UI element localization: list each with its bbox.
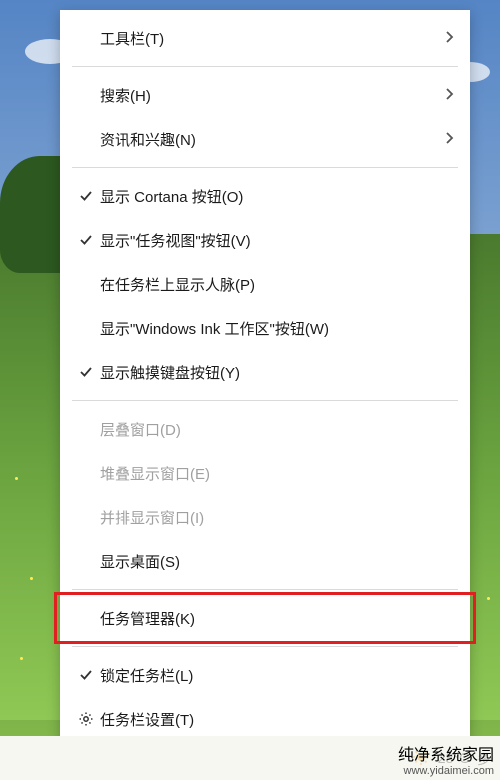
menu-item-task-manager[interactable]: 任务管理器(K) (60, 596, 470, 640)
menu-label: 工具栏(T) (100, 28, 446, 49)
menu-label: 层叠窗口(D) (100, 419, 454, 440)
menu-item-stack-windows: 堆叠显示窗口(E) (60, 451, 470, 495)
menu-item-toolbars[interactable]: 工具栏(T) (60, 16, 470, 60)
menu-separator (72, 646, 458, 647)
chevron-right-icon (446, 88, 454, 103)
menu-label: 锁定任务栏(L) (100, 665, 454, 686)
check-icon (72, 365, 100, 379)
check-icon (72, 189, 100, 203)
menu-label: 显示"任务视图"按钮(V) (100, 230, 454, 251)
menu-label: 搜索(H) (100, 85, 446, 106)
menu-item-cascade-windows: 层叠窗口(D) (60, 407, 470, 451)
menu-item-task-view-button[interactable]: 显示"任务视图"按钮(V) (60, 218, 470, 262)
check-icon (72, 668, 100, 682)
taskbar-context-menu: 工具栏(T) 搜索(H) 资讯和兴趣(N) 显示 Cortana 按钮(O) 显… (60, 10, 470, 747)
menu-separator (72, 400, 458, 401)
menu-item-people[interactable]: 在任务栏上显示人脉(P) (60, 262, 470, 306)
check-icon (72, 233, 100, 247)
watermark-url: www.yidaimei.com (398, 765, 494, 778)
watermark-title: 纯净系统家园 (398, 746, 494, 765)
menu-separator (72, 589, 458, 590)
menu-item-show-desktop[interactable]: 显示桌面(S) (60, 539, 470, 583)
menu-label: 堆叠显示窗口(E) (100, 463, 454, 484)
watermark: 纯净系统家园 www.yidaimei.com (398, 746, 494, 778)
menu-item-side-by-side: 并排显示窗口(I) (60, 495, 470, 539)
chevron-right-icon (446, 31, 454, 46)
menu-label: 在任务栏上显示人脉(P) (100, 274, 454, 295)
chevron-right-icon (446, 132, 454, 147)
menu-item-windows-ink[interactable]: 显示"Windows Ink 工作区"按钮(W) (60, 306, 470, 350)
menu-label: 资讯和兴趣(N) (100, 129, 446, 150)
menu-item-touch-keyboard[interactable]: 显示触摸键盘按钮(Y) (60, 350, 470, 394)
menu-item-lock-taskbar[interactable]: 锁定任务栏(L) (60, 653, 470, 697)
menu-label: 显示触摸键盘按钮(Y) (100, 362, 454, 383)
menu-label: 显示 Cortana 按钮(O) (100, 186, 454, 207)
menu-label: 任务栏设置(T) (100, 709, 454, 730)
menu-label: 显示"Windows Ink 工作区"按钮(W) (100, 318, 454, 339)
menu-item-search[interactable]: 搜索(H) (60, 73, 470, 117)
menu-separator (72, 167, 458, 168)
menu-item-taskbar-settings[interactable]: 任务栏设置(T) (60, 697, 470, 741)
menu-item-cortana-button[interactable]: 显示 Cortana 按钮(O) (60, 174, 470, 218)
menu-item-news-interests[interactable]: 资讯和兴趣(N) (60, 117, 470, 161)
gear-icon (72, 711, 100, 727)
menu-label: 显示桌面(S) (100, 551, 454, 572)
menu-label: 并排显示窗口(I) (100, 507, 454, 528)
menu-separator (72, 66, 458, 67)
menu-label: 任务管理器(K) (100, 608, 454, 629)
